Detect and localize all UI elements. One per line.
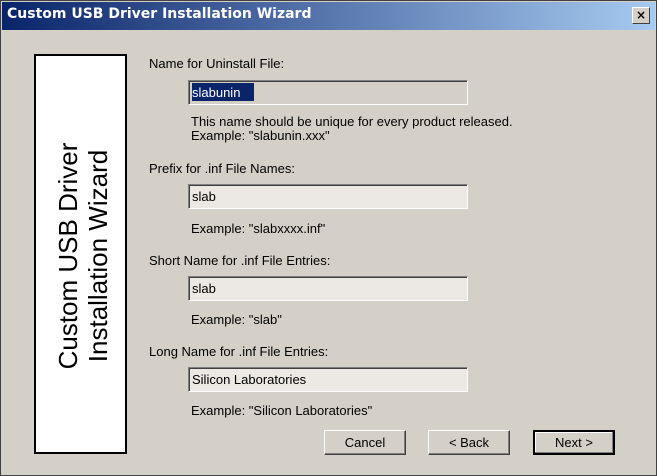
wizard-side-banner: Custom USB Driver Installation Wizard <box>34 54 127 454</box>
long-name-example: Example: "Silicon Laboratories" <box>191 403 373 418</box>
uninstall-file-label: Name for Uninstall File: <box>149 56 285 71</box>
short-name-input[interactable] <box>188 276 468 301</box>
title-bar[interactable]: Custom USB Driver Installation Wizard × <box>2 2 655 30</box>
long-name-label: Long Name for .inf File Entries: <box>149 344 329 359</box>
long-name-input[interactable] <box>188 367 468 392</box>
short-name-example: Example: "slab" <box>191 312 282 327</box>
short-name-label: Short Name for .inf File Entries: <box>149 253 331 268</box>
side-banner-line-1: Custom USB Driver <box>53 142 83 370</box>
uninstall-file-example: Example: "slabunin.xxx" <box>191 128 330 143</box>
inf-prefix-input[interactable] <box>188 184 468 209</box>
close-icon: × <box>635 8 647 22</box>
inf-prefix-example: Example: "slabxxxx.inf" <box>191 221 326 236</box>
side-banner-text: Custom USB Driver Installation Wizard <box>53 143 113 370</box>
inf-prefix-label: Prefix for .inf File Names: <box>149 161 295 176</box>
uninstall-file-input[interactable] <box>188 80 468 105</box>
back-button[interactable]: < Back <box>428 430 510 455</box>
cancel-button[interactable]: Cancel <box>324 430 406 455</box>
next-button[interactable]: Next > <box>533 430 615 455</box>
window-title: Custom USB Driver Installation Wizard <box>7 6 312 22</box>
wizard-window: Custom USB Driver Installation Wizard × … <box>0 0 657 476</box>
uninstall-file-hint: This name should be unique for every pro… <box>191 114 513 129</box>
side-banner-line-2: Installation Wizard <box>83 149 113 363</box>
close-button[interactable]: × <box>632 7 650 24</box>
